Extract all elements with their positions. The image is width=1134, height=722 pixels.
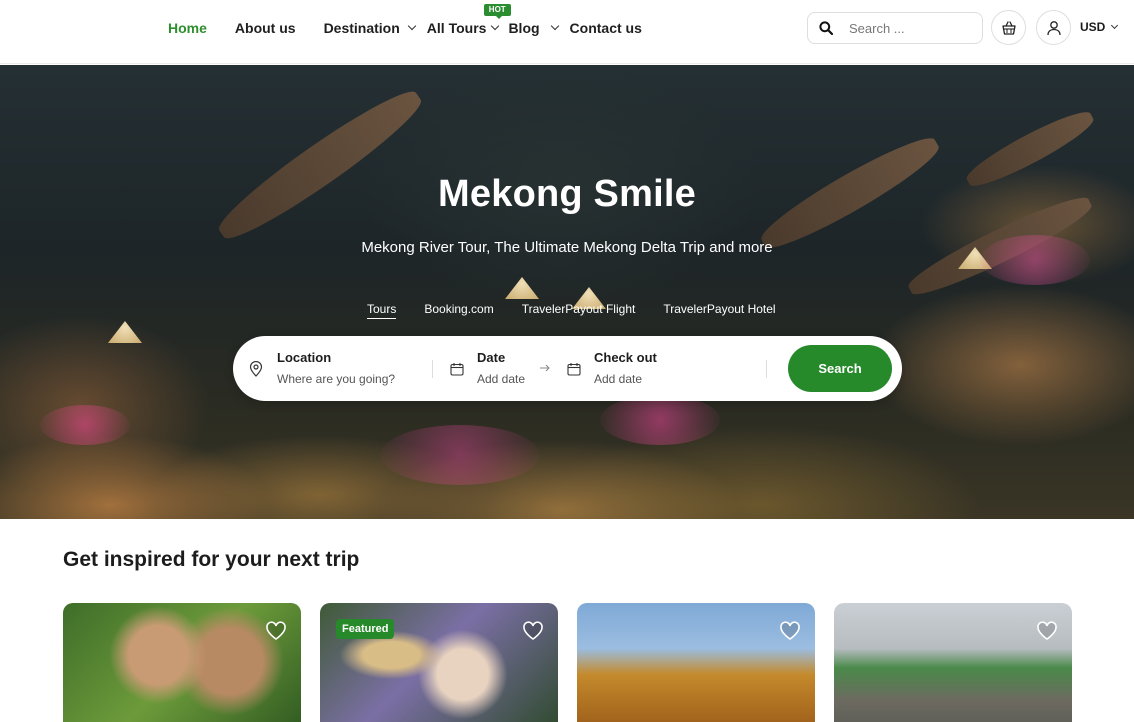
chevron-down-icon [491, 21, 500, 31]
hero-title: Mekong Smile [438, 173, 696, 215]
nav-item-all-tours[interactable]: HOT All Tours [426, 4, 511, 36]
hero-subtitle: Mekong River Tour, The Ultimate Mekong D… [361, 239, 773, 256]
search-button[interactable]: Search [788, 345, 892, 392]
nav-item-label: Contact us [569, 20, 642, 36]
nav-item-destination[interactable]: Destination [323, 20, 417, 36]
nav-item-home[interactable]: Home [168, 20, 207, 36]
currency-label: USD [1080, 20, 1106, 34]
location-pin-icon [249, 361, 263, 377]
tab-hotel[interactable]: TravelerPayout Hotel [663, 302, 775, 319]
location-placeholder: Where are you going? [277, 372, 396, 386]
heart-icon[interactable] [779, 621, 801, 641]
search-input[interactable] [849, 20, 969, 36]
nav-item-label: Destination [323, 20, 400, 36]
calendar-icon [450, 363, 464, 376]
nav-item-label: All Tours [426, 20, 487, 36]
hot-badge: HOT [483, 4, 511, 19]
tour-search-bar: Location Where are you going? Date Add d… [233, 336, 902, 401]
chevron-down-icon [407, 21, 417, 31]
chevron-down-icon [550, 21, 559, 31]
heart-icon[interactable] [1036, 621, 1058, 641]
featured-badge: Featured [336, 619, 395, 639]
calendar-icon [567, 363, 581, 376]
hero-banner: Mekong Smile Mekong River Tour, The Ulti… [0, 65, 1134, 519]
nav-item-blog[interactable]: Blog [508, 20, 559, 36]
arrow-right-icon [540, 364, 550, 372]
lotus-flower [600, 395, 720, 445]
tab-booking[interactable]: Booking.com [424, 302, 493, 319]
lotus-flower [40, 405, 130, 445]
trip-card[interactable] [63, 603, 301, 722]
heart-icon[interactable] [265, 621, 287, 641]
chevron-down-icon [1111, 21, 1119, 30]
divider [432, 360, 433, 378]
currency-selector[interactable]: USD [1080, 20, 1119, 34]
nav-item-label: About us [234, 20, 296, 36]
search-icon [819, 21, 833, 35]
checkout-placeholder: Add date [594, 372, 643, 386]
lotus-flower [380, 425, 540, 485]
farmer-hat-image [108, 321, 142, 343]
divider [766, 360, 767, 378]
basket-icon [1001, 20, 1016, 35]
date-placeholder: Add date [477, 372, 526, 386]
heart-icon[interactable] [522, 621, 544, 641]
account-button[interactable] [1036, 10, 1071, 45]
nav-item-label: Home [168, 20, 207, 36]
top-navigation: Home About us Destination HOT All Tours … [0, 0, 1134, 64]
trip-card[interactable]: Featured [320, 603, 558, 722]
date-label: Date [477, 350, 506, 365]
cart-button[interactable] [991, 10, 1026, 45]
date-field[interactable]: Date Add date [477, 350, 525, 386]
tab-tours[interactable]: Tours [367, 302, 397, 319]
location-label: Location [277, 350, 332, 365]
location-field[interactable]: Location Where are you going? [277, 350, 395, 386]
main-menu: Home About us Destination HOT All Tours … [168, 0, 642, 56]
section-title: Get inspired for your next trip [63, 548, 360, 571]
header-search[interactable] [807, 12, 983, 44]
nav-item-label: Blog [508, 20, 540, 36]
nav-item-contact[interactable]: Contact us [570, 20, 642, 36]
trip-card[interactable] [577, 603, 815, 722]
boat-image [210, 79, 430, 251]
checkout-label: Check out [594, 350, 657, 365]
nav-item-about[interactable]: About us [235, 20, 296, 36]
farmer-hat-image [505, 277, 539, 299]
user-icon [1046, 20, 1061, 35]
search-tabs: Tours Booking.com TravelerPayout Flight … [367, 302, 804, 319]
trip-card[interactable] [834, 603, 1072, 722]
tab-flight[interactable]: TravelerPayout Flight [522, 302, 636, 319]
checkout-field[interactable]: Check out Add date [594, 350, 657, 386]
